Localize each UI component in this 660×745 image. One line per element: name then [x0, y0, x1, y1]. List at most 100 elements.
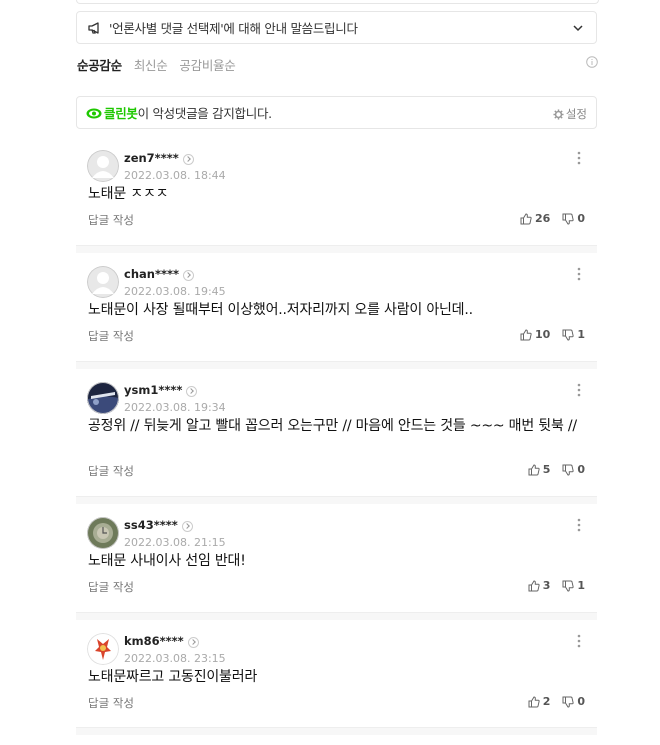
comment-author[interactable]: ss43**** — [124, 518, 193, 532]
dislike-button[interactable]: 0 — [562, 463, 585, 476]
thumbs-down-icon — [562, 329, 574, 341]
dislike-count: 1 — [577, 579, 585, 592]
vote-group: 5 0 — [528, 463, 585, 476]
notice-text: '언론사별 댓글 선택제'에 대해 안내 말씀드립니다 — [109, 21, 358, 36]
author-name: km86**** — [124, 634, 184, 648]
reply-button[interactable]: 답글 작성 — [88, 695, 134, 711]
like-button[interactable]: 2 — [528, 695, 550, 708]
profile-photo-icon — [87, 633, 119, 665]
settings-label: 설정 — [565, 107, 587, 121]
reply-button[interactable]: 답글 작성 — [88, 463, 134, 479]
sort-tab-ratio[interactable]: 공감비율순 — [179, 55, 235, 73]
thumbs-down-icon — [562, 696, 574, 708]
comment-item: chan**** 2022.03.08. 19:45 노태문이 사장 될때부터 … — [76, 253, 597, 362]
dislike-count: 0 — [577, 463, 585, 476]
comment-body: 노태문짜르고 고동진이불러라 — [88, 669, 258, 685]
like-count: 10 — [535, 328, 551, 341]
reply-button[interactable]: 답글 작성 — [88, 579, 134, 595]
vote-group: 2 0 — [528, 695, 585, 708]
chevron-right-icon — [187, 636, 199, 648]
author-name: zen7**** — [124, 151, 179, 165]
reply-button[interactable]: 답글 작성 — [88, 328, 134, 344]
like-button[interactable]: 5 — [528, 463, 551, 476]
reply-button[interactable]: 답글 작성 — [88, 212, 134, 228]
like-count: 26 — [535, 212, 551, 225]
thumbs-down-icon — [562, 464, 574, 476]
more-options-icon[interactable] — [577, 518, 581, 532]
default-avatar-icon — [87, 150, 119, 182]
comment-author[interactable]: km86**** — [124, 634, 199, 648]
comment-body: 노태문 ㅈㅈㅈ — [88, 186, 169, 202]
more-options-icon[interactable] — [577, 267, 581, 281]
sort-tabs: 순공감순 최신순 공감비율순 — [77, 55, 236, 73]
thumbs-up-icon — [528, 463, 540, 475]
comment-separator — [76, 497, 597, 504]
comment-separator — [76, 246, 597, 253]
megaphone-icon — [88, 21, 99, 34]
thumbs-down-icon — [562, 213, 574, 225]
comment-author[interactable]: zen7**** — [124, 151, 194, 165]
more-options-icon[interactable] — [577, 383, 581, 397]
thumbs-up-icon — [520, 212, 532, 224]
thumbs-down-icon — [562, 580, 574, 592]
sort-tab-latest[interactable]: 최신순 — [134, 55, 168, 73]
comment-date: 2022.03.08. 18:44 — [124, 169, 226, 182]
cleanbot-message: 이 악성댓글을 감지합니다. — [137, 106, 273, 121]
vote-group: 3 1 — [528, 579, 585, 592]
thumbs-up-icon — [520, 328, 532, 340]
default-avatar-icon — [87, 266, 119, 298]
comment-body: 노태문이 사장 될때부터 이상했어..저자리까지 오를 사람이 아닌데.. — [88, 302, 473, 318]
chevron-right-icon — [186, 385, 198, 397]
previous-panel-edge — [76, 0, 599, 4]
avatar[interactable] — [87, 633, 119, 665]
comment-body: 노태문 사내이사 선임 반대! — [88, 553, 246, 569]
thumbs-up-icon — [528, 695, 540, 707]
comment-item: ysm1**** 2022.03.08. 19:34 공정위 // 뒤늦게 알고… — [76, 369, 597, 497]
comment-item: ss43**** 2022.03.08. 21:15 노태문 사내이사 선임 반… — [76, 504, 597, 613]
comment-item: km86**** 2022.03.08. 23:15 노태문짜르고 고동진이불러… — [76, 620, 597, 728]
info-icon[interactable] — [586, 56, 598, 68]
dislike-button[interactable]: 1 — [562, 579, 585, 592]
chevron-right-icon — [181, 520, 193, 532]
like-button[interactable]: 10 — [520, 328, 550, 341]
dislike-button[interactable]: 1 — [562, 328, 585, 341]
comment-author[interactable]: ysm1**** — [124, 383, 198, 397]
profile-photo-icon — [87, 382, 119, 414]
comment-policy-notice[interactable]: '언론사별 댓글 선택제'에 대해 안내 말씀드립니다 — [76, 11, 597, 44]
comment-date: 2022.03.08. 19:34 — [124, 401, 226, 414]
author-name: ysm1**** — [124, 383, 183, 397]
comment-separator — [76, 728, 597, 735]
thumbs-up-icon — [528, 579, 540, 591]
comment-date: 2022.03.08. 21:15 — [124, 536, 226, 549]
avatar[interactable] — [87, 266, 119, 298]
author-name: chan**** — [124, 267, 180, 281]
vote-group: 10 1 — [520, 328, 585, 341]
profile-photo-icon — [87, 517, 119, 549]
more-options-icon[interactable] — [577, 151, 581, 165]
avatar[interactable] — [87, 382, 119, 414]
avatar[interactable] — [87, 517, 119, 549]
comment-date: 2022.03.08. 23:15 — [124, 652, 226, 665]
more-options-icon[interactable] — [577, 634, 581, 648]
like-count: 3 — [542, 579, 551, 592]
sort-tab-likes[interactable]: 순공감순 — [77, 55, 122, 73]
avatar[interactable] — [87, 150, 119, 182]
chevron-down-icon[interactable] — [572, 22, 584, 34]
comment-author[interactable]: chan**** — [124, 267, 195, 281]
like-button[interactable]: 26 — [520, 212, 550, 225]
dislike-count: 1 — [577, 328, 585, 341]
author-name: ss43**** — [124, 518, 178, 532]
dislike-count: 0 — [577, 695, 585, 708]
like-count: 5 — [542, 463, 551, 476]
comment-separator — [76, 362, 597, 369]
like-button[interactable]: 3 — [528, 579, 551, 592]
comment-item: zen7**** 2022.03.08. 18:44 노태문 ㅈㅈㅈ 답글 작성… — [76, 137, 597, 246]
dislike-button[interactable]: 0 — [562, 695, 585, 708]
cleanbot-settings-button[interactable]: 설정 — [553, 106, 587, 122]
dislike-button[interactable]: 0 — [562, 212, 585, 225]
dislike-count: 0 — [577, 212, 585, 225]
gear-icon — [553, 108, 564, 120]
vote-group: 26 0 — [520, 212, 585, 225]
comment-separator — [76, 613, 597, 620]
chevron-right-icon — [182, 153, 194, 165]
